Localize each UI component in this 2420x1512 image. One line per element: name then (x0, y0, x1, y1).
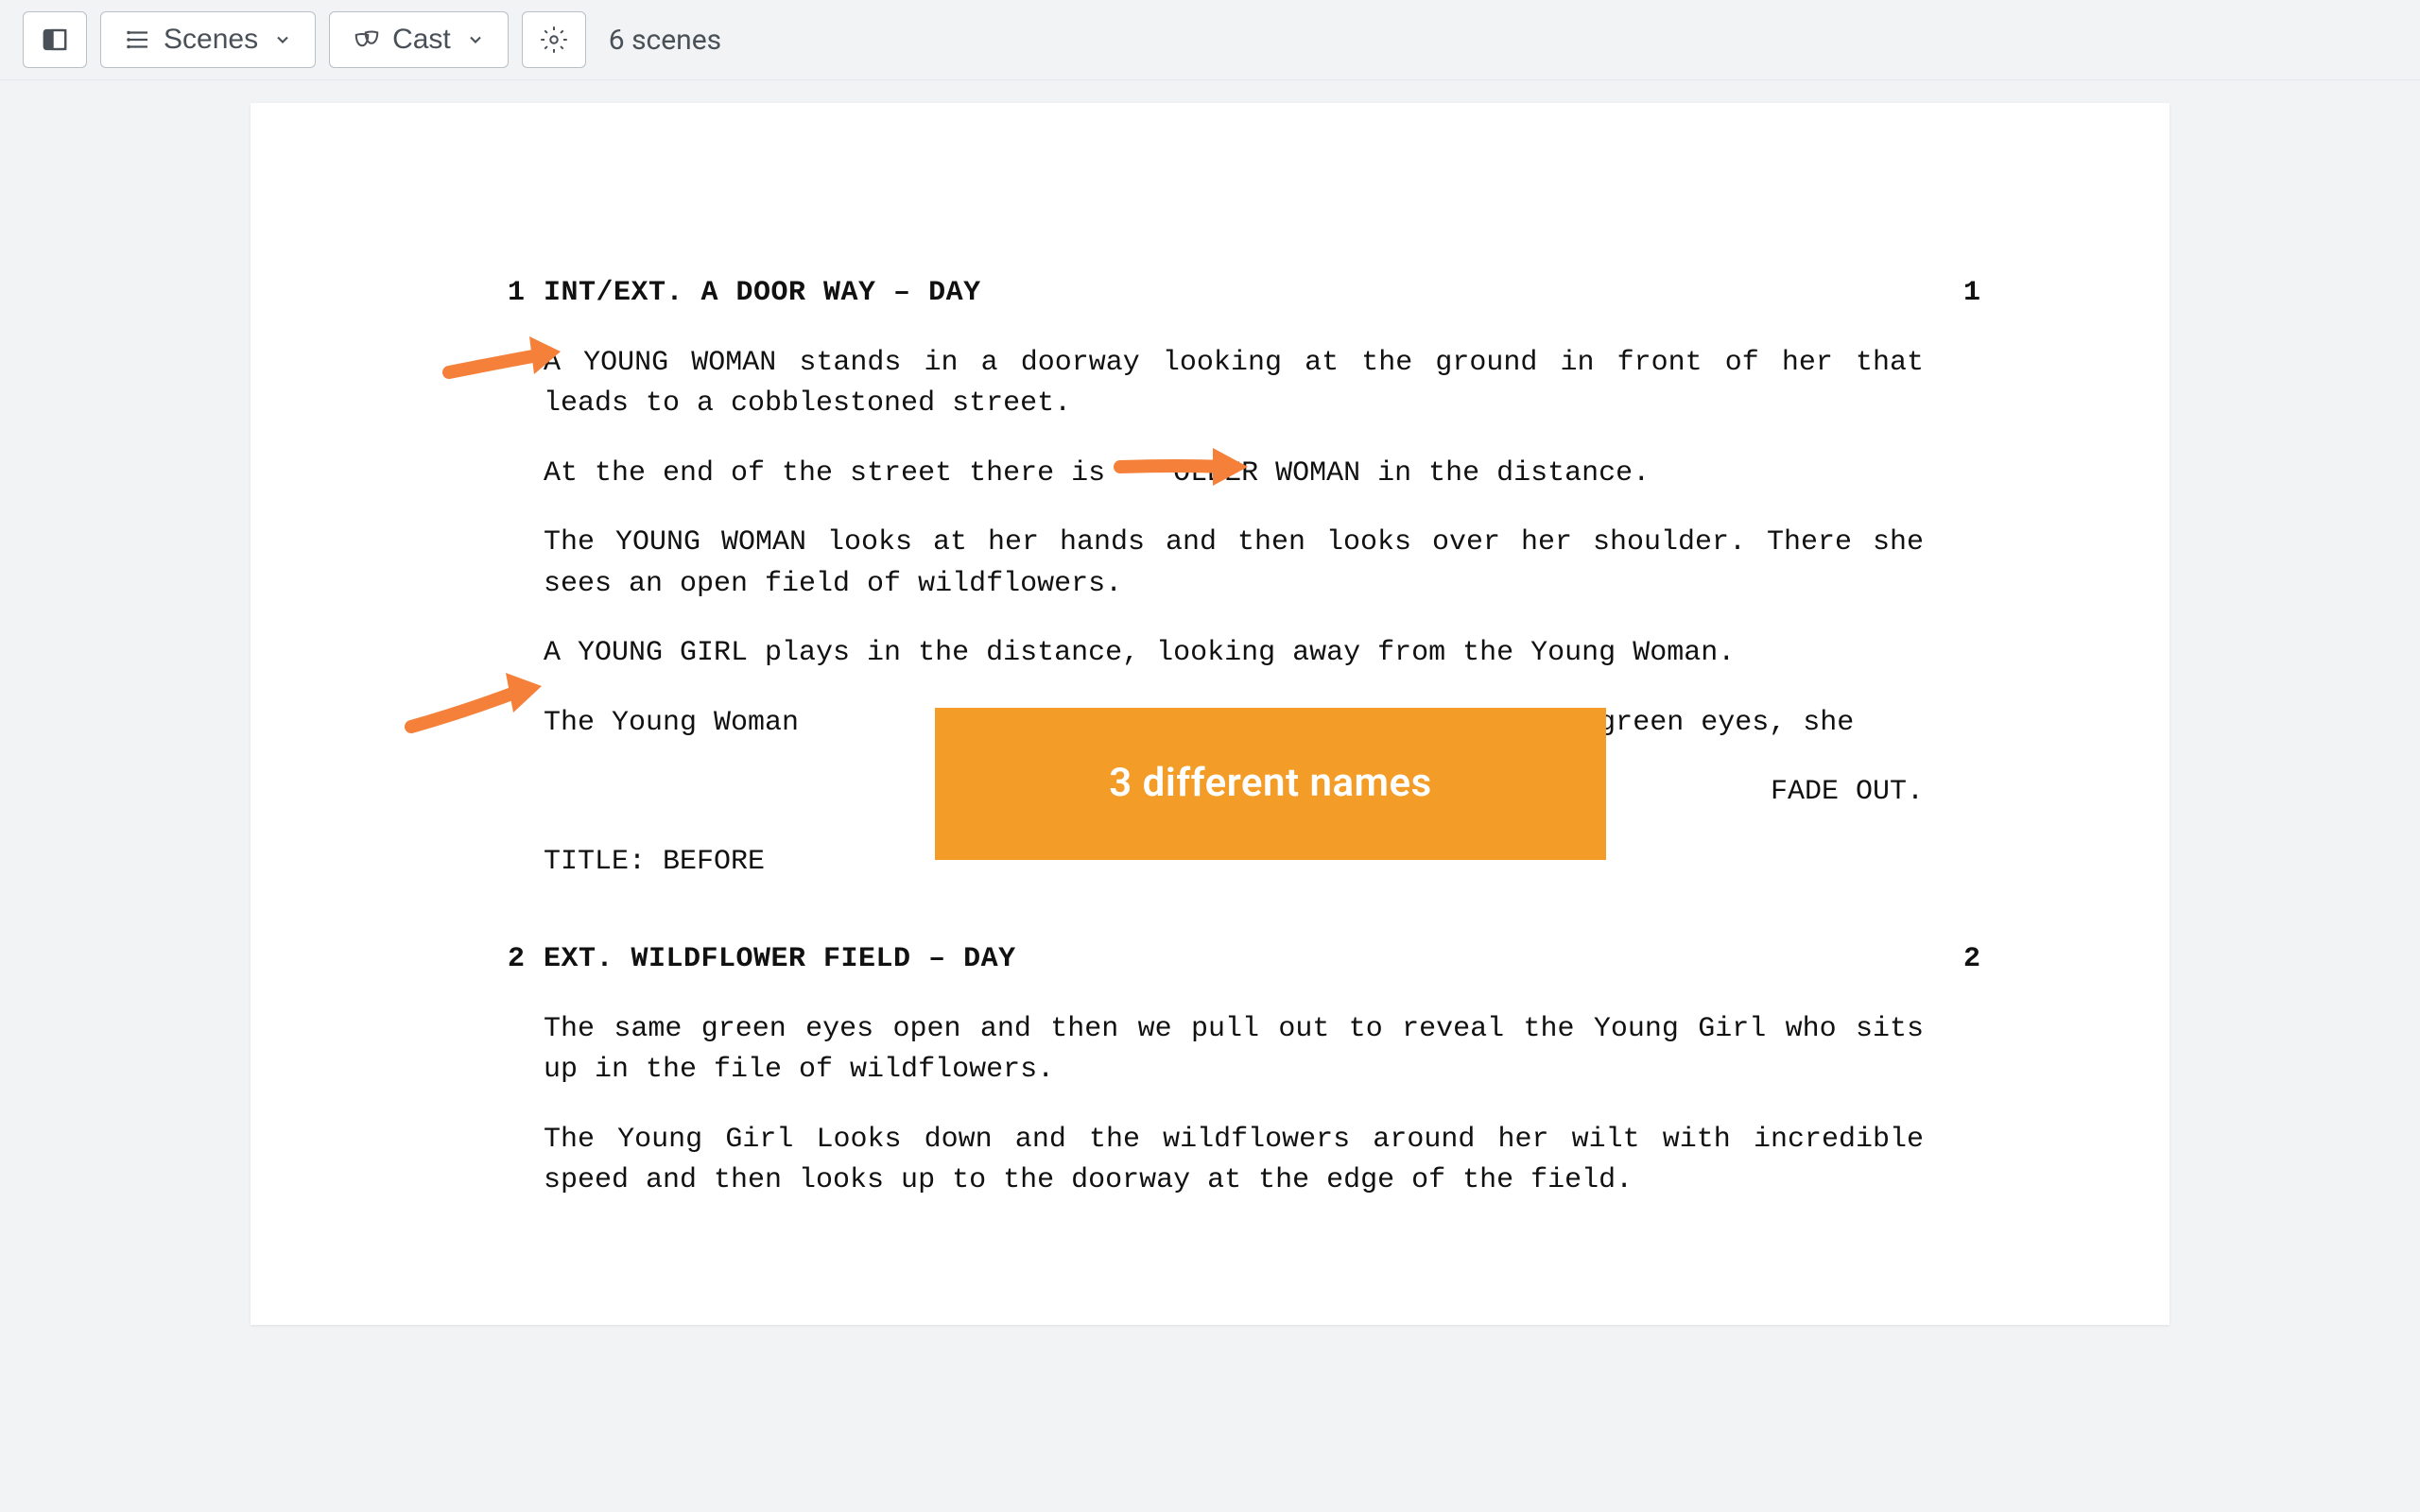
list-icon (124, 26, 152, 54)
scenes-dropdown[interactable]: Scenes (100, 11, 316, 68)
sidebar-icon (41, 26, 69, 54)
cast-label: Cast (392, 24, 451, 56)
action-paragraph[interactable]: The Young Girl Looks down and the wildfl… (544, 1120, 1924, 1202)
masks-icon (353, 26, 381, 54)
scene-count-label: 6 scenes (609, 24, 721, 57)
sidebar-toggle-button[interactable] (23, 11, 87, 68)
scene-number-right: 1 (1924, 273, 1980, 315)
scene-heading[interactable]: INT/EXT. A DOOR WAY – DAY (544, 273, 1924, 315)
screenplay-document[interactable]: 1 INT/EXT. A DOOR WAY – DAY 1 A YOUNG WO… (251, 103, 2169, 1325)
scene-heading[interactable]: EXT. WILDFLOWER FIELD – DAY (544, 939, 1924, 981)
toolbar: Scenes Cast 6 scenes (0, 0, 2420, 80)
scene-number-right: 2 (1924, 939, 1980, 981)
annotation-arrow-icon (402, 665, 562, 741)
action-paragraph[interactable]: A YOUNG WOMAN stands in a doorway lookin… (544, 343, 1924, 425)
chevron-down-icon (273, 30, 292, 49)
action-paragraph[interactable]: The same green eyes open and then we pul… (544, 1009, 1924, 1091)
scene-heading-row: 2 EXT. WILDFLOWER FIELD – DAY 2 (440, 939, 1980, 981)
cast-dropdown[interactable]: Cast (329, 11, 509, 68)
action-paragraph[interactable]: A YOUNG GIRL plays in the distance, look… (544, 633, 1924, 675)
scene-heading-row: 1 INT/EXT. A DOOR WAY – DAY 1 (440, 273, 1980, 315)
scenes-label: Scenes (164, 24, 258, 56)
document-container: 1 INT/EXT. A DOOR WAY – DAY 1 A YOUNG WO… (0, 80, 2420, 1325)
gear-icon (540, 26, 568, 54)
scene-number-left: 2 (440, 939, 544, 981)
action-paragraph[interactable]: At the end of the street there is OLDER … (544, 454, 1924, 495)
action-paragraph[interactable]: The YOUNG WOMAN looks at her hands and t… (544, 523, 1924, 605)
annotation-callout: 3 different names (935, 708, 1606, 860)
scene-number-left: 1 (440, 273, 544, 315)
callout-text: 3 different names (1109, 760, 1432, 806)
settings-button[interactable] (522, 11, 586, 68)
chevron-down-icon (466, 30, 485, 49)
